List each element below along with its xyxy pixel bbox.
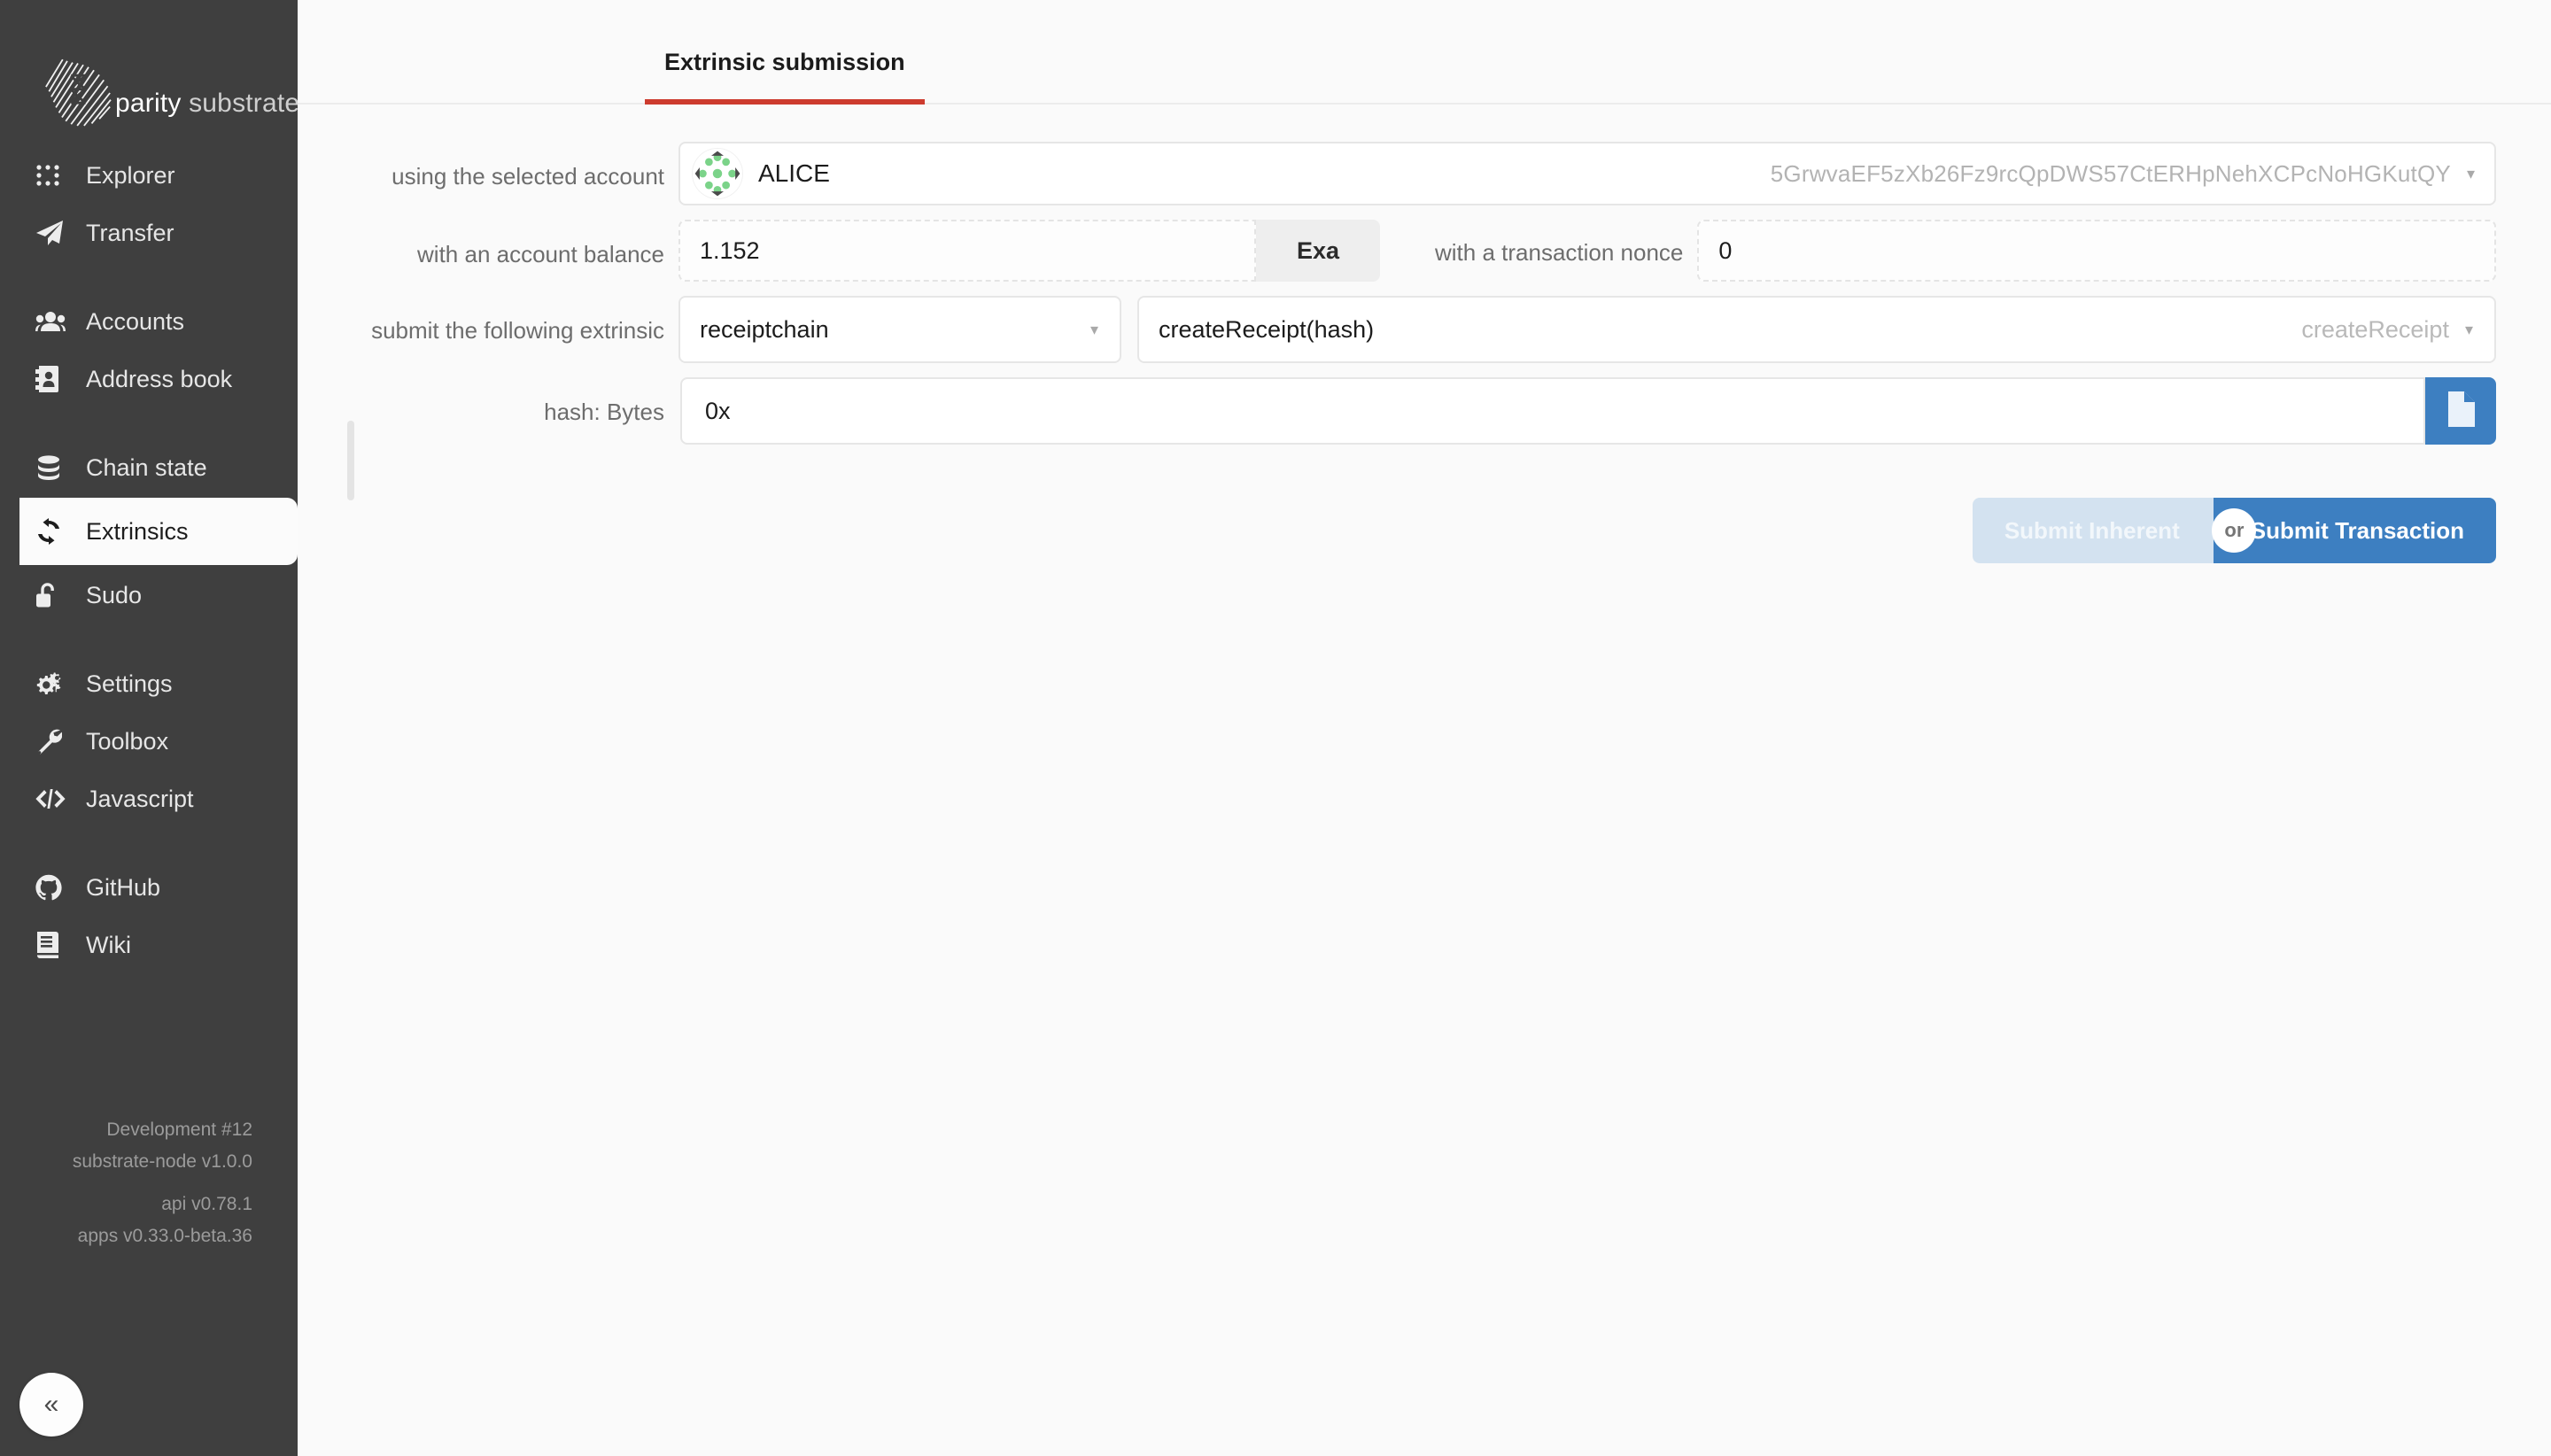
sidebar-item-label: Address book <box>86 365 233 392</box>
sidebar-item-label: GitHub <box>86 873 161 901</box>
balance-input[interactable]: 1.152 <box>678 220 1256 282</box>
sidebar-item-label: Javascript <box>86 785 194 812</box>
extrinsic-form: using the selected account ALICE 5GrwvaE… <box>298 105 2551 563</box>
chevron-double-left-icon: « <box>43 1390 59 1419</box>
sidebar-item-label: Settings <box>86 670 173 697</box>
sidebar-item-label: Explorer <box>86 161 175 189</box>
balance-unit-button[interactable]: Exa <box>1256 220 1380 282</box>
version-api: api v0.78.1 <box>161 1194 252 1214</box>
sidebar-item-settings[interactable]: Settings <box>0 656 298 711</box>
sidebar-item-javascript[interactable]: Javascript <box>0 771 298 826</box>
sidebar-item-label: Toolbox <box>86 727 169 755</box>
chevron-down-icon: ▾ <box>1089 321 1098 338</box>
parity-substrate-logo-icon <box>39 55 117 131</box>
database-icon <box>35 454 76 481</box>
chevron-down-icon: ▾ <box>2466 165 2475 182</box>
tab-extrinsic-submission[interactable]: Extrinsic submission <box>645 49 925 105</box>
balance-row-label: with an account balance <box>417 241 664 267</box>
sidebar-item-label: Chain state <box>86 453 207 481</box>
version-apps: apps v0.33.0-beta.36 <box>77 1226 252 1246</box>
balance-row: with an account balance 1.152 Exa with a… <box>298 220 2551 282</box>
sidebar-item-label: Sudo <box>86 581 143 608</box>
form-actions: Submit Inherent or Submit Transaction <box>298 459 2551 563</box>
chevron-down-icon: ▾ <box>2464 321 2473 338</box>
unlock-icon <box>35 582 76 608</box>
gears-icon <box>35 670 76 697</box>
hash-row-label: hash: Bytes <box>544 399 664 425</box>
sidebar-item-toolbox[interactable]: Toolbox <box>0 714 298 769</box>
account-address: 5GrwvaEF5zXb26Fz9rcQpDWS57CtERHpNehXCPcN… <box>1770 159 2451 187</box>
extrinsic-row: submit the following extrinsic receiptch… <box>298 296 2551 363</box>
hash-row: hash: Bytes 0x <box>298 377 2551 445</box>
sidebar-item-explorer[interactable]: Explorer <box>0 148 298 203</box>
account-select[interactable]: ALICE 5GrwvaEF5zXb26Fz9rcQpDWS57CtERHpNe… <box>678 142 2496 205</box>
sidebar-item-extrinsics[interactable]: Extrinsics <box>19 498 298 565</box>
wrench-icon <box>35 728 76 755</box>
app-root: parity substrate Explorer Transfer Accou… <box>0 0 2551 1456</box>
sidebar: parity substrate Explorer Transfer Accou… <box>0 0 299 1456</box>
sidebar-item-label: Accounts <box>86 307 185 335</box>
nav-divider <box>0 263 298 291</box>
sidebar-item-label: Extrinsics <box>86 517 189 545</box>
explorer-dots-icon <box>35 164 76 187</box>
account-row-label: using the selected account <box>392 163 664 190</box>
hash-file-upload-button[interactable] <box>2425 377 2496 445</box>
hash-input[interactable]: 0x <box>680 377 2425 445</box>
brand-name-bold: parity <box>115 89 182 118</box>
nav-divider <box>0 625 298 654</box>
nonce-label: with a transaction nonce <box>1435 239 1684 266</box>
or-separator: or <box>2212 508 2257 553</box>
polkadot-identicon <box>693 149 742 198</box>
extrinsic-method-hint: createReceipt <box>2301 315 2449 343</box>
version-node: substrate-node v1.0.0 <box>72 1151 252 1172</box>
code-icon <box>35 789 76 809</box>
book-icon <box>35 932 76 958</box>
brand: parity substrate <box>0 0 299 133</box>
extrinsic-section-value: receiptchain <box>700 315 829 343</box>
sidebar-versions: Development #12 substrate-node v1.0.0 ap… <box>0 1114 298 1252</box>
sidebar-item-wiki[interactable]: Wiki <box>0 918 298 972</box>
nonce-input[interactable]: 0 <box>1697 220 2496 282</box>
extrinsic-row-label: submit the following extrinsic <box>371 317 664 344</box>
main-content: Extrinsic submission using the selected … <box>298 0 2551 1456</box>
account-row: using the selected account ALICE 5GrwvaE… <box>298 142 2551 205</box>
users-icon <box>35 311 76 332</box>
submit-inherent-button[interactable]: Submit Inherent <box>1972 498 2214 563</box>
sidebar-item-address-book[interactable]: Address book <box>0 352 298 407</box>
sidebar-item-label: Wiki <box>86 931 131 958</box>
sidebar-nav: Explorer Transfer Accounts Address book … <box>0 145 298 975</box>
sidebar-collapse-button[interactable]: « <box>19 1373 83 1437</box>
extrinsic-method-select[interactable]: createReceipt(hash) createReceipt ▾ <box>1137 296 2496 363</box>
tab-bar: Extrinsic submission <box>298 0 2551 105</box>
version-chain: Development #12 <box>106 1119 252 1140</box>
sidebar-item-label: Transfer <box>86 219 174 246</box>
extrinsic-section-select[interactable]: receiptchain ▾ <box>678 296 1121 363</box>
brand-name-light: substrate <box>181 89 300 118</box>
github-icon <box>35 874 76 901</box>
nav-divider <box>0 409 298 438</box>
nav-divider <box>0 829 298 857</box>
sidebar-item-chain-state[interactable]: Chain state <box>0 440 298 495</box>
file-icon <box>2446 391 2476 431</box>
sync-arrows-icon <box>35 518 76 545</box>
scroll-rail-marker <box>347 421 354 500</box>
paper-plane-icon <box>35 220 76 246</box>
sidebar-item-github[interactable]: GitHub <box>0 860 298 915</box>
address-book-icon <box>35 366 76 392</box>
sidebar-item-accounts[interactable]: Accounts <box>0 294 298 349</box>
sidebar-item-transfer[interactable]: Transfer <box>0 205 298 260</box>
extrinsic-method-value: createReceipt(hash) <box>1159 315 1375 343</box>
submit-button-group: Submit Inherent or Submit Transaction <box>1972 498 2496 563</box>
account-name: ALICE <box>758 159 830 187</box>
brand-name: parity substrate <box>115 89 299 119</box>
sidebar-item-sudo[interactable]: Sudo <box>0 568 298 623</box>
